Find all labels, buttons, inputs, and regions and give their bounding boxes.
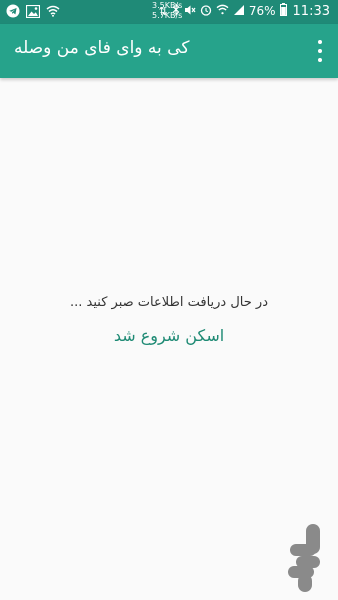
menu-dot <box>318 40 322 44</box>
menu-dot <box>318 58 322 62</box>
more-vert-icon[interactable] <box>316 40 324 62</box>
bluetooth-icon <box>172 3 180 19</box>
loading-message: در حال دریافت اطلاعات صبر کنید ... <box>70 295 268 310</box>
clock: 11:33 <box>292 3 330 19</box>
battery-percentage: 76% <box>248 4 276 18</box>
data-arrows-icon: ⇅ <box>158 4 168 18</box>
telegram-icon <box>6 4 20 18</box>
wifi-status-icon <box>216 4 229 18</box>
scan-start-button[interactable]: اسکن شروع شد <box>0 326 338 345</box>
status-left-icons <box>6 4 60 18</box>
status-right-icons: ⇅ 76% 11:33 <box>159 3 330 19</box>
store-logo-icon <box>284 522 328 594</box>
signal-icon <box>233 4 245 19</box>
app-screen: 3.5KB/s 5.7KB/s ⇅ 76% 11:33 کی به وای فا… <box>0 0 338 600</box>
image-icon <box>26 4 40 18</box>
mute-icon <box>184 4 196 19</box>
menu-dot <box>318 49 322 53</box>
app-title: کی به وای فای من وصله <box>14 38 190 58</box>
wifi-icon <box>46 4 60 18</box>
status-bar: 3.5KB/s 5.7KB/s ⇅ 76% 11:33 <box>0 0 338 24</box>
app-bar: کی به وای فای من وصله <box>0 24 338 78</box>
alarm-icon <box>200 4 212 19</box>
battery-icon <box>279 3 287 19</box>
